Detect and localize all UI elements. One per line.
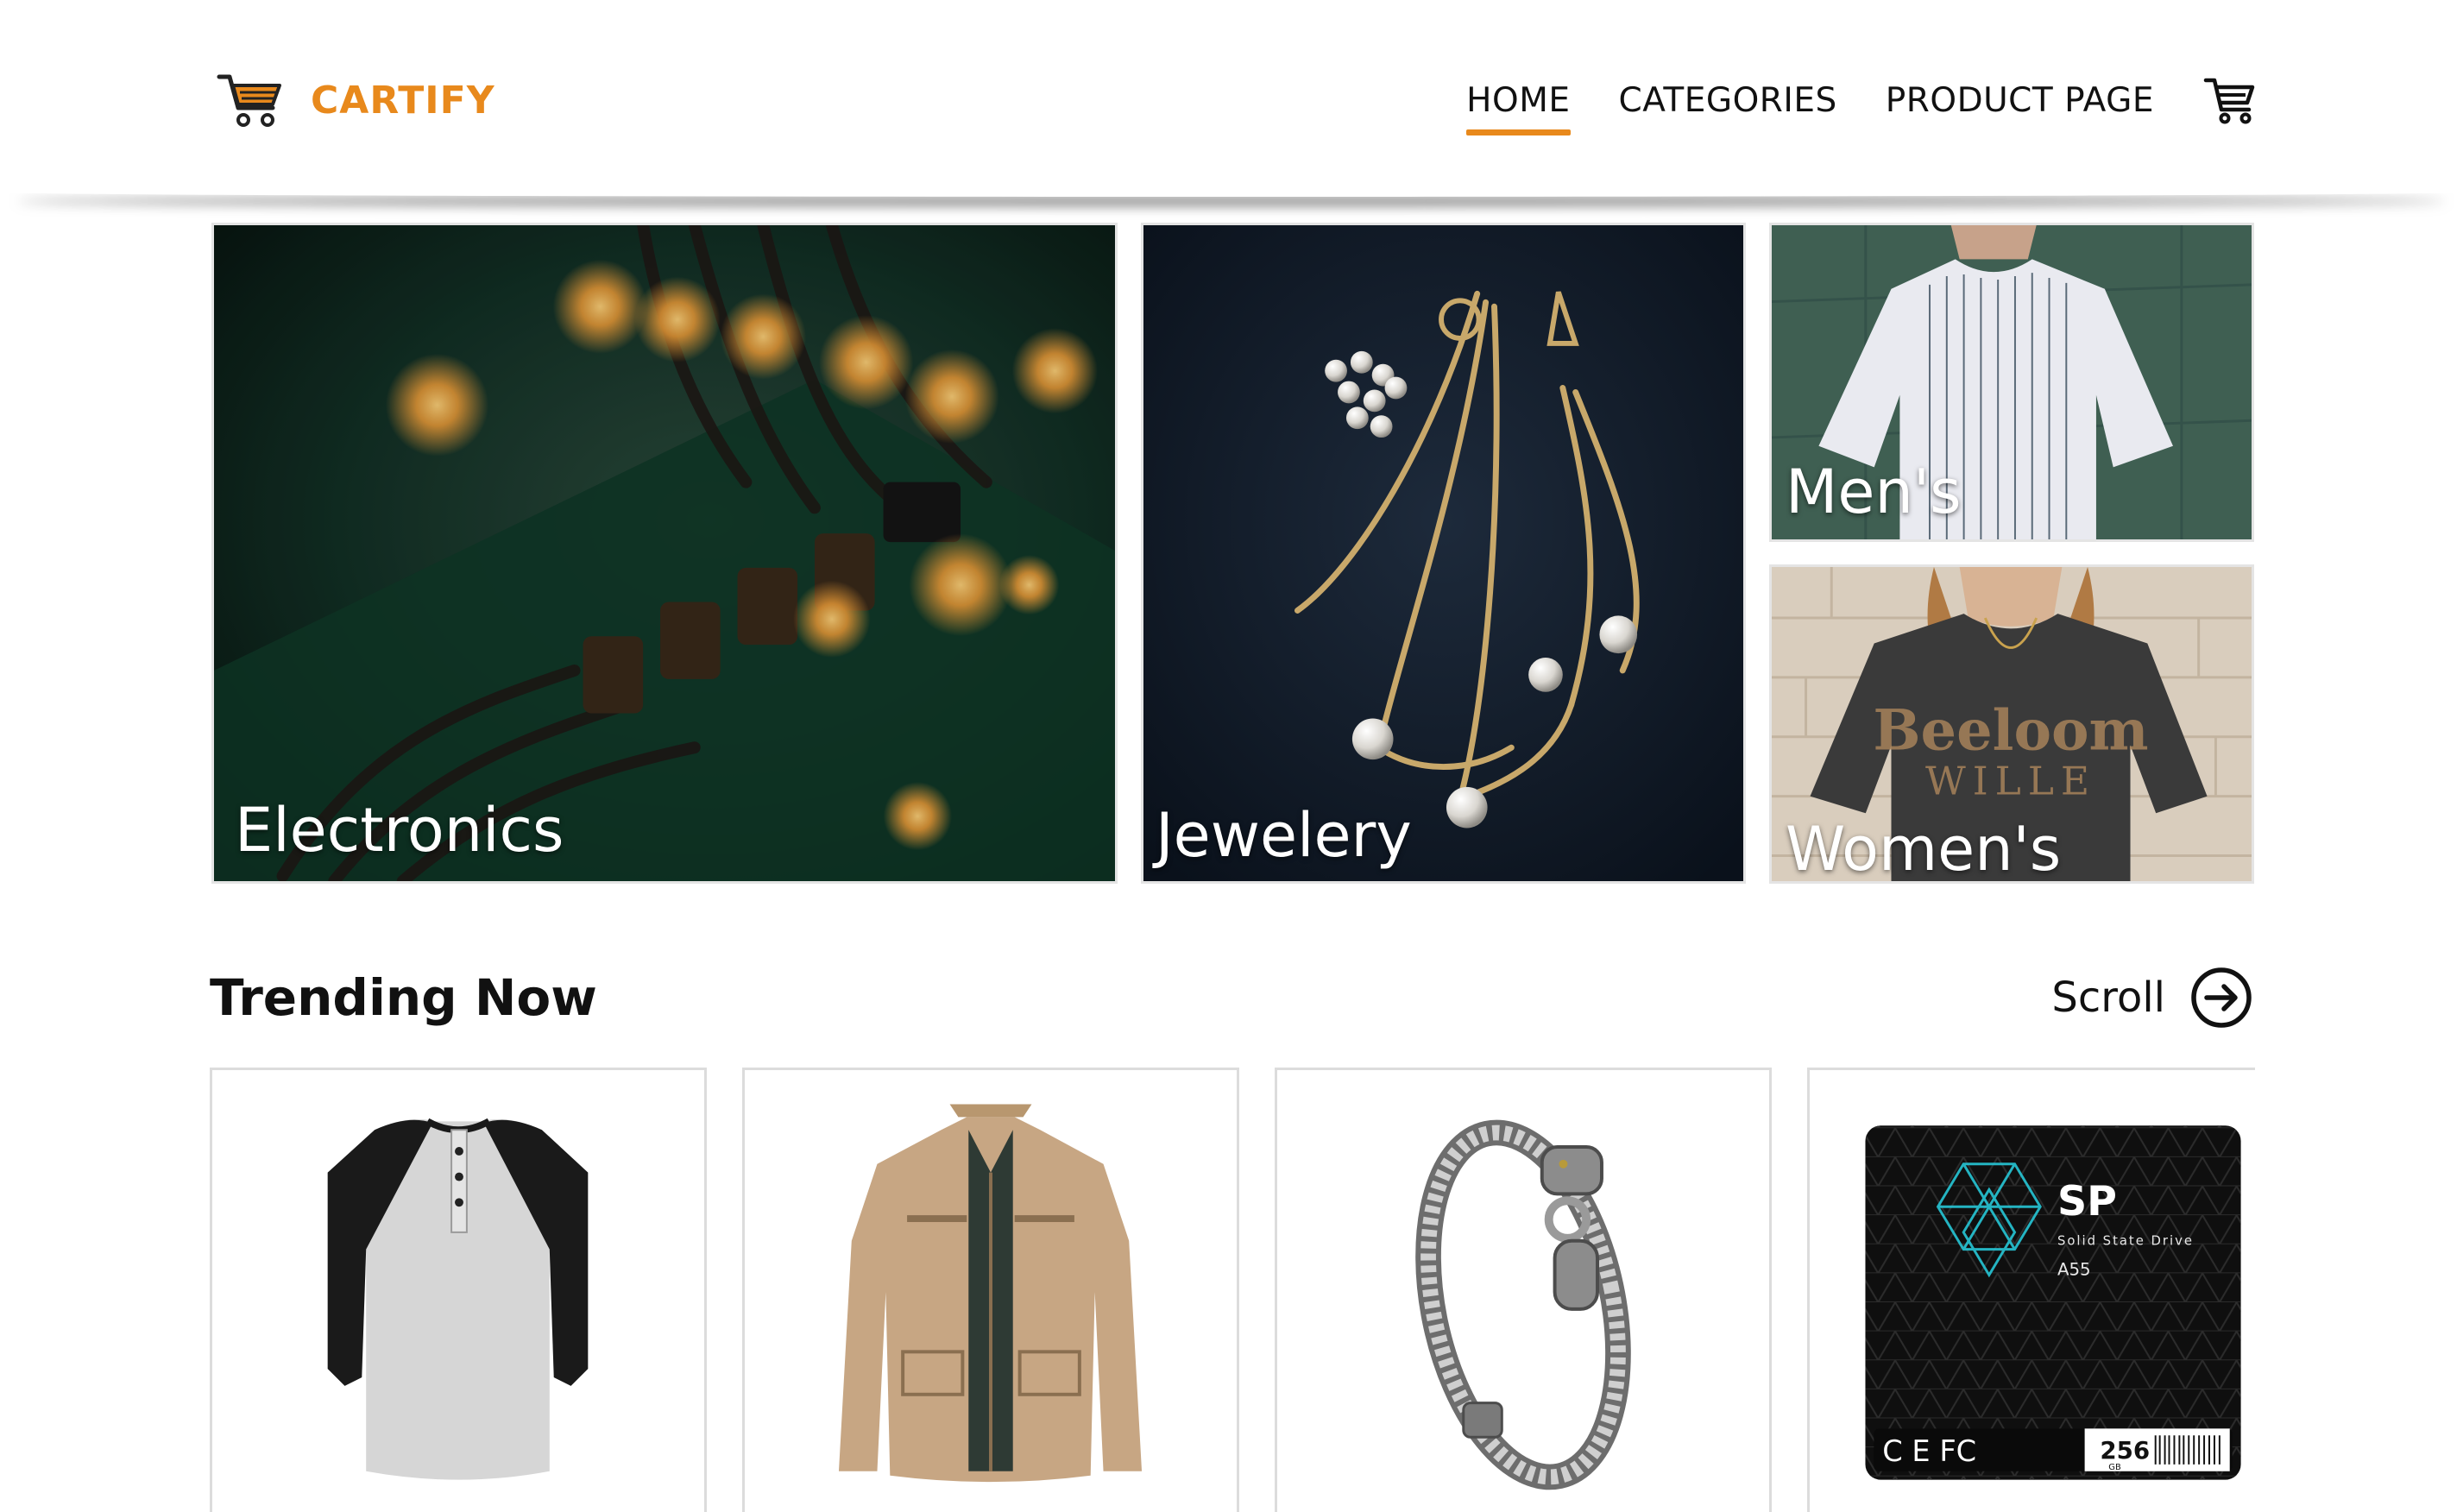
brand[interactable]: CARTIFY — [216, 67, 495, 133]
cart-icon[interactable] — [2202, 75, 2256, 125]
ssd-drive-image: SP Solid State Drive A55 C E FC 256 GB — [1865, 1125, 2241, 1480]
khaki-jacket-image — [838, 1104, 1143, 1483]
pearl-necklace-image — [1143, 225, 1743, 881]
brand-name: CARTIFY — [311, 78, 495, 123]
ssd-brand-text: SP — [2057, 1178, 2117, 1225]
shopping-cart-icon — [217, 74, 281, 127]
scroll-button[interactable]: Scroll — [2051, 963, 2253, 1032]
category-tile-jewelery[interactable]: Jewelery — [1141, 223, 1746, 884]
product-card[interactable]: SP Solid State Drive A55 C E FC 256 GB — [1807, 1068, 2255, 1512]
product-card[interactable] — [742, 1068, 1239, 1512]
svg-text:C E FC: C E FC — [1882, 1434, 1976, 1468]
scroll-label: Scroll — [2051, 973, 2165, 1022]
arrow-right-circle-icon[interactable] — [2189, 966, 2253, 1030]
product-card[interactable] — [210, 1068, 707, 1512]
nav-product-page[interactable]: PRODUCT PAGE — [1886, 81, 2154, 120]
trending-section-title: Trending Now — [210, 968, 597, 1027]
ssd-unit-text: GB — [2108, 1463, 2121, 1472]
nav-home[interactable]: HOME — [1466, 81, 1571, 135]
raglan-henley-shirt-image — [327, 1118, 589, 1480]
main-nav: HOME CATEGORIES PRODUCT PAGE — [1466, 67, 2256, 135]
category-tile-mens[interactable]: Men's — [1769, 223, 2254, 542]
ssd-line1-text: Solid State Drive — [2057, 1234, 2194, 1249]
category-label-mens: Men's — [1786, 457, 1962, 527]
circuit-board-image — [214, 225, 1115, 881]
ssd-capacity-text: 256 — [2100, 1436, 2150, 1465]
ssd-model-text: A55 — [2057, 1259, 2091, 1279]
trending-products-row[interactable]: SP Solid State Drive A55 C E FC 256 GB — [210, 1068, 2255, 1512]
silver-dragon-bracelet-image — [1415, 1119, 1631, 1490]
category-label-womens: Women's — [1786, 814, 2062, 884]
category-label-jewelery: Jewelery — [1156, 800, 1412, 871]
category-tile-womens[interactable]: Beeloom WILLE Women's — [1769, 564, 2254, 884]
svg-text:WILLE: WILLE — [1925, 759, 2096, 804]
top-navbar: CARTIFY HOME CATEGORIES PRODUCT PAGE — [0, 0, 2463, 193]
product-card[interactable] — [1275, 1068, 1772, 1512]
category-label-electronics: Electronics — [235, 795, 564, 866]
nav-categories[interactable]: CATEGORIES — [1619, 81, 1837, 120]
category-tile-electronics[interactable]: Electronics — [211, 223, 1118, 884]
tshirt-print-graphic: Beeloom — [1873, 698, 2148, 764]
